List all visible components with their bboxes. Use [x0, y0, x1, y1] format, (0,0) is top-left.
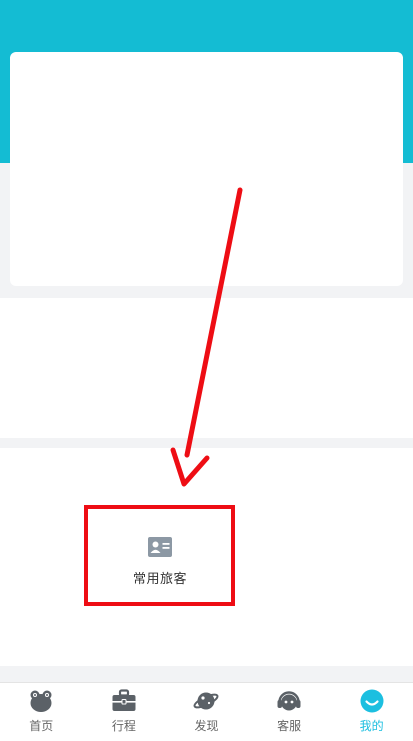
tab-customer-service[interactable]: 客服 [248, 683, 331, 741]
tab-home-label: 首页 [29, 719, 54, 733]
tab-trips[interactable]: 行程 [83, 683, 166, 741]
tab-discover[interactable]: 发现 [165, 683, 248, 741]
headset-icon [277, 691, 301, 711]
tab-mine[interactable]: 我的 [330, 683, 413, 741]
home-mascot-icon [30, 690, 52, 712]
bottom-tab-bar: 首页 行程 发现 客服 我的 [0, 682, 413, 741]
profile-card [10, 52, 403, 286]
briefcase-icon [112, 689, 136, 711]
annotation-highlight-box [84, 505, 235, 606]
content-section [0, 298, 413, 438]
smile-face-icon [360, 689, 384, 713]
tab-mine-label: 我的 [359, 719, 384, 733]
tab-trips-label: 行程 [111, 719, 136, 733]
planet-icon [194, 692, 219, 710]
tab-discover-label: 发现 [194, 719, 219, 733]
tab-customer-service-label: 客服 [277, 719, 302, 733]
tab-home[interactable]: 首页 [0, 683, 83, 741]
